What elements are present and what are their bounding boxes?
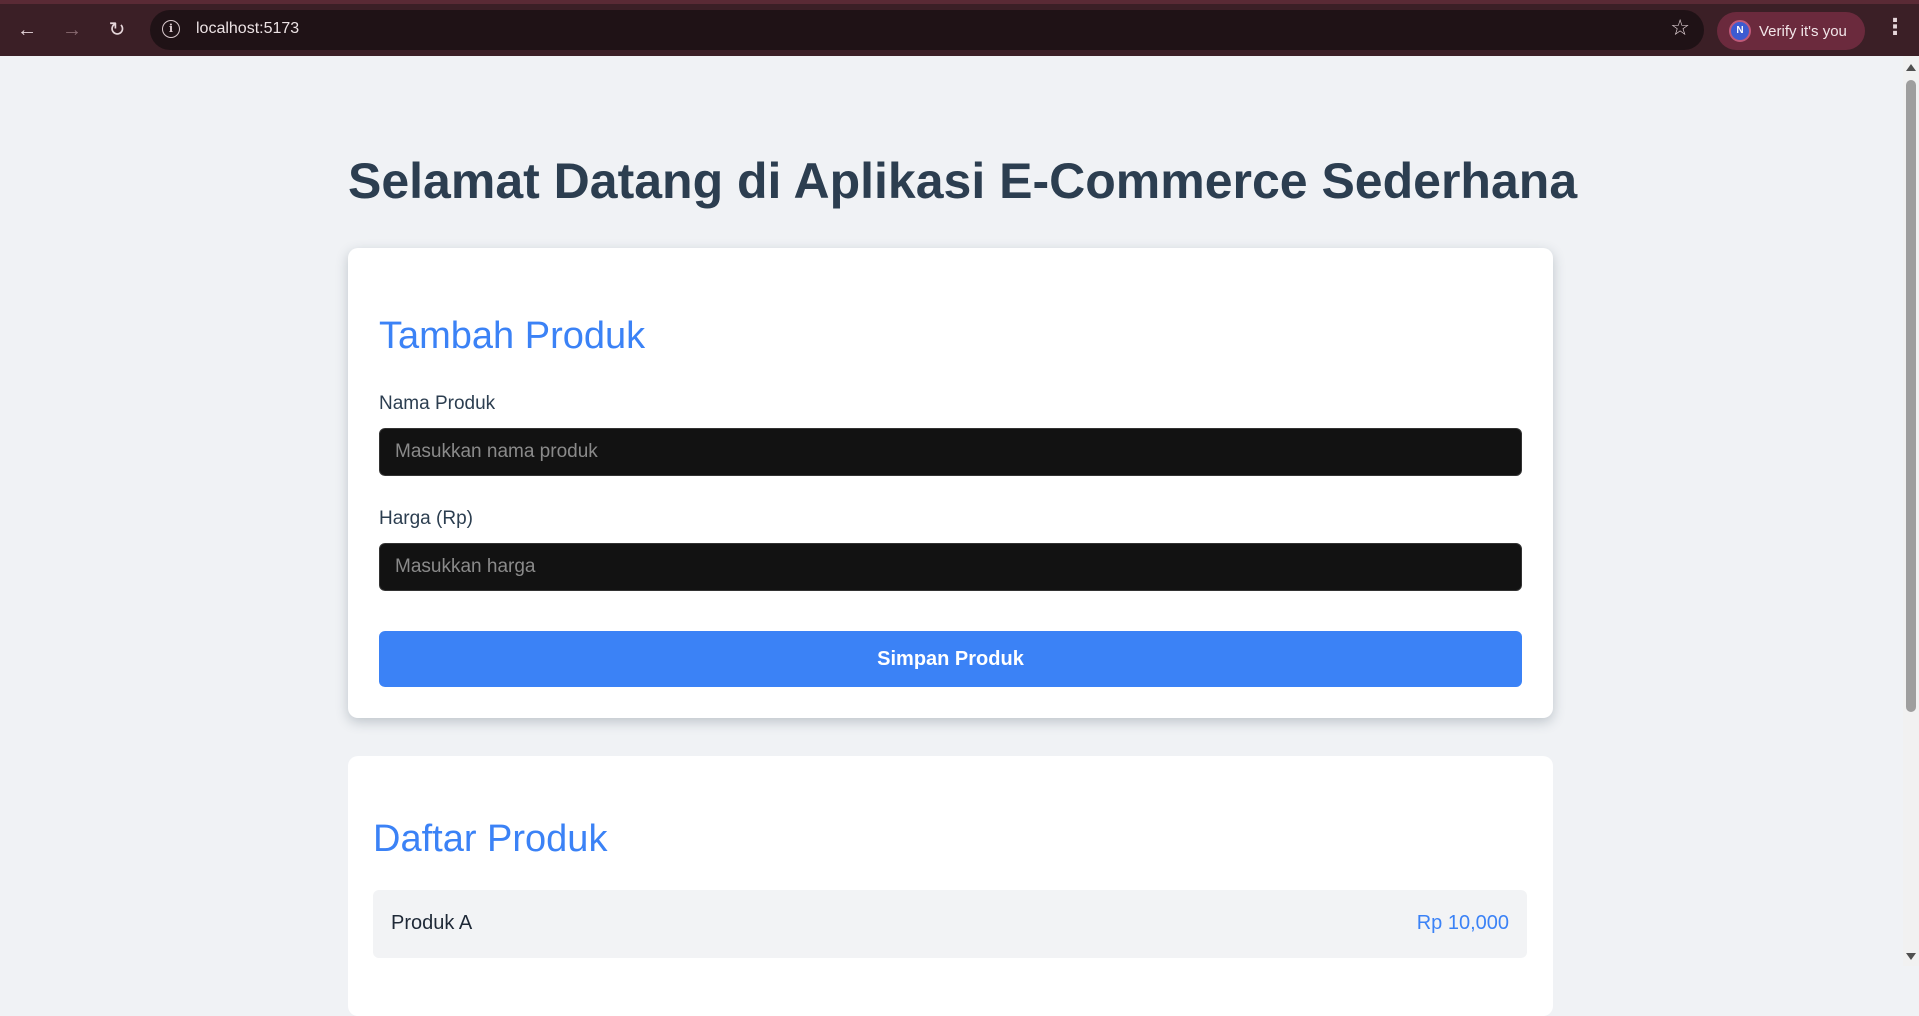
- product-price-input[interactable]: [379, 543, 1522, 591]
- back-arrow-icon[interactable]: ←: [11, 14, 43, 46]
- product-price-label: Harga (Rp): [379, 508, 473, 529]
- scroll-thumb[interactable]: [1906, 80, 1916, 712]
- page-title: Selamat Datang di Aplikasi E-Commerce Se…: [348, 153, 1578, 209]
- save-product-button[interactable]: Simpan Produk: [379, 631, 1522, 687]
- product-price: Rp 10,000: [1416, 912, 1509, 934]
- reload-icon[interactable]: ↻: [101, 14, 133, 46]
- add-product-title: Tambah Produk: [379, 315, 646, 357]
- scroll-up-arrow-icon[interactable]: [1906, 64, 1916, 71]
- product-list-title: Daftar Produk: [373, 818, 608, 860]
- url-text[interactable]: localhost:5173: [196, 20, 299, 38]
- product-name: Produk A: [391, 912, 473, 934]
- address-bar[interactable]: i localhost:5173 ☆: [150, 10, 1704, 50]
- product-list-card: Daftar Produk Produk A Rp 10,000: [348, 756, 1553, 1016]
- scroll-down-arrow-icon[interactable]: [1906, 953, 1916, 960]
- list-item: Produk A Rp 10,000: [373, 890, 1527, 958]
- verify-label: Verify it's you: [1759, 22, 1847, 40]
- site-info-icon[interactable]: i: [162, 20, 180, 38]
- bookmark-star-icon[interactable]: ☆: [1670, 17, 1690, 39]
- avatar: N: [1729, 20, 1751, 42]
- product-name-label: Nama Produk: [379, 393, 496, 414]
- add-product-card: Tambah Produk Nama Produk Harga (Rp) Sim…: [348, 248, 1553, 718]
- verify-profile-button[interactable]: N Verify it's you: [1717, 12, 1865, 50]
- product-name-input[interactable]: [379, 428, 1522, 476]
- page-scrollbar[interactable]: [1903, 56, 1919, 966]
- kebab-menu-icon[interactable]: ⋮: [1884, 16, 1906, 38]
- forward-arrow-icon[interactable]: →: [56, 14, 88, 46]
- browser-toolbar: ← → ↻ i localhost:5173 ☆ N Verify it's y…: [0, 0, 1919, 56]
